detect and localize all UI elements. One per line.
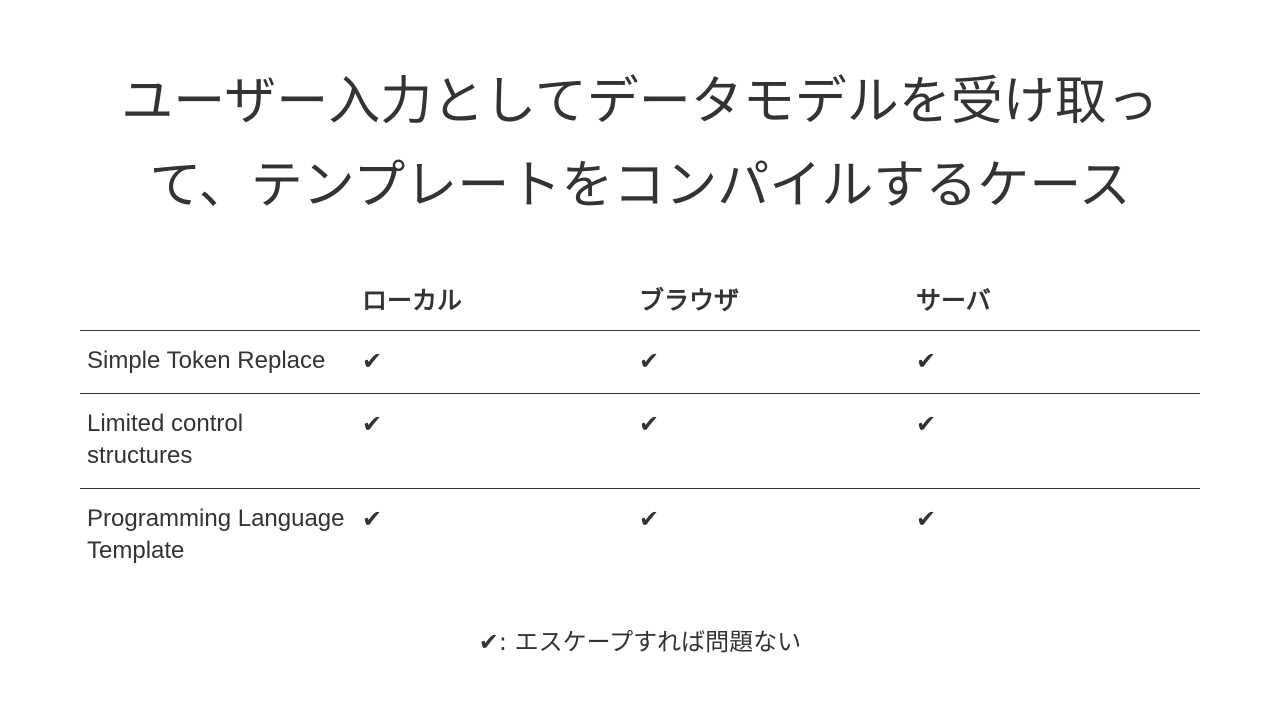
- table-row: Programming Language Template ✔ ✔ ✔: [80, 488, 1200, 584]
- slide-title-line-1: ユーザー入力としてデータモデルを受け取っ: [121, 72, 1159, 132]
- check-mark-icon: ✔: [362, 410, 383, 438]
- legend-text: : エスケープすれば問題ない: [498, 628, 802, 656]
- check-mark-icon: ✔: [362, 347, 383, 375]
- legend-check-icon: ✔: [478, 628, 499, 656]
- table-row: Simple Token Replace ✔ ✔ ✔: [80, 330, 1200, 394]
- comparison-table: ローカル ブラウザ サーバ Simple Token Replace ✔ ✔ ✔…: [80, 268, 1200, 583]
- row-label: Limited control structures: [87, 410, 244, 469]
- legend-footnote: ✔: エスケープすれば問題ない: [0, 624, 1280, 660]
- header-empty-cell: [80, 268, 356, 331]
- check-mark-icon: ✔: [639, 410, 660, 438]
- table-header-row: ローカル ブラウザ サーバ: [80, 268, 1200, 331]
- check-mark-icon: ✔: [362, 505, 383, 533]
- table-row: Limited control structures ✔ ✔ ✔: [80, 393, 1200, 489]
- check-mark-icon: ✔: [916, 505, 937, 533]
- slide-title: ユーザー入力としてデータモデルを受け取っ て、テンプレートをコンパイルするケース: [60, 60, 1220, 228]
- column-header-server: サーバ: [916, 286, 991, 315]
- slide-title-line-2: て、テンプレートをコンパイルするケース: [149, 156, 1131, 216]
- row-label: Simple Token Replace: [87, 347, 326, 374]
- column-header-local: ローカル: [362, 286, 463, 315]
- comparison-table-container: ローカル ブラウザ サーバ Simple Token Replace ✔ ✔ ✔…: [80, 268, 1200, 583]
- check-mark-icon: ✔: [916, 410, 937, 438]
- check-mark-icon: ✔: [639, 347, 660, 375]
- check-mark-icon: ✔: [916, 347, 937, 375]
- check-mark-icon: ✔: [639, 505, 660, 533]
- row-label: Programming Language Template: [87, 505, 345, 564]
- column-header-browser: ブラウザ: [639, 286, 740, 315]
